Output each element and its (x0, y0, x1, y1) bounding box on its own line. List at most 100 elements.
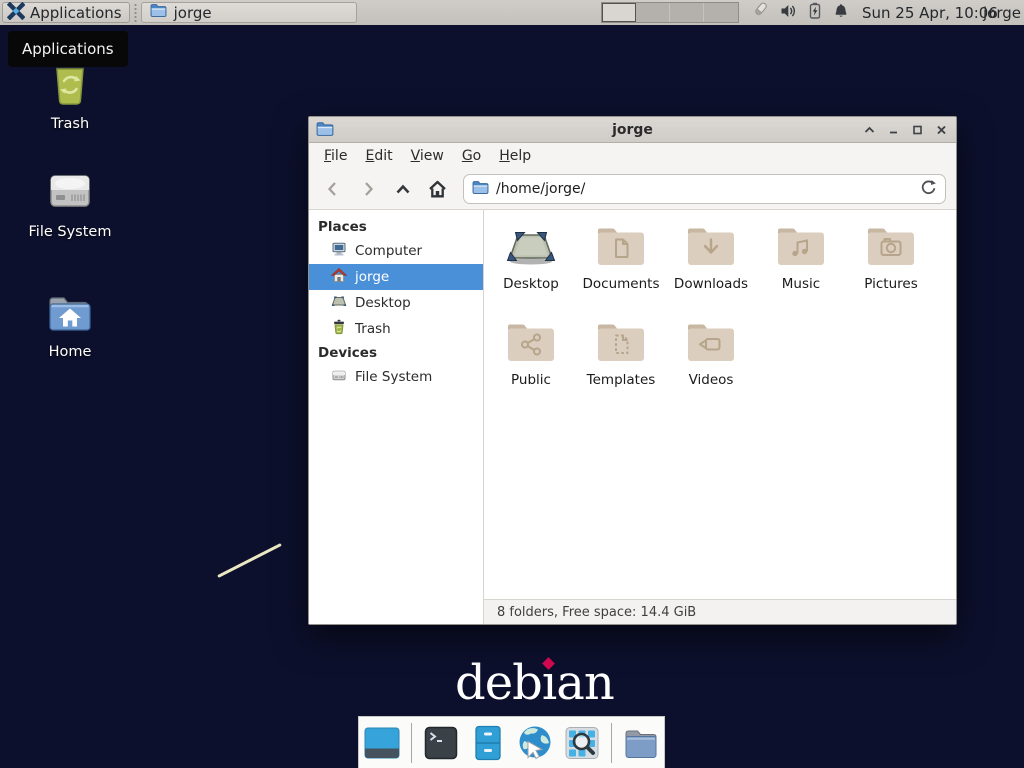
file-templates[interactable]: Templates (576, 320, 666, 416)
applications-tooltip: Applications (8, 31, 128, 67)
menu-view[interactable]: View (402, 145, 453, 167)
reload-icon[interactable] (920, 179, 937, 200)
file-label: Documents (583, 276, 660, 292)
window-folder-icon (316, 121, 334, 141)
sidebar-item-computer[interactable]: Computer (309, 238, 483, 264)
file-label: Music (782, 276, 820, 292)
trash-mini-icon (331, 319, 347, 339)
file-videos[interactable]: Videos (666, 320, 756, 416)
folder-icon (150, 3, 167, 22)
workspace-pager (601, 2, 739, 23)
desktop: debıan Trash (0, 0, 1024, 768)
maximize-button[interactable] (910, 123, 925, 138)
close-button[interactable] (934, 123, 949, 138)
panel-username[interactable]: jorge (983, 0, 1021, 25)
file-label: Templates (587, 372, 656, 388)
desktop-icon-label: Home (49, 344, 92, 360)
notifications-bell-icon[interactable] (833, 3, 849, 23)
terminal-launcher[interactable] (420, 722, 462, 764)
drive-mini-icon (331, 367, 347, 387)
home-button[interactable] (424, 176, 451, 203)
file-downloads[interactable]: Downloads (666, 224, 756, 320)
file-public[interactable]: Public (486, 320, 576, 416)
path-folder-icon (472, 180, 489, 199)
applications-menu-label: Applications (30, 4, 122, 22)
menubar: File Edit View Go Help (309, 143, 956, 169)
desktop-icon-trash[interactable]: Trash (15, 56, 125, 132)
sidebar-item-label: Desktop (355, 295, 411, 311)
file-desktop[interactable]: Desktop (486, 224, 576, 320)
dock-separator (611, 723, 612, 763)
logo-text-right: an (556, 655, 614, 711)
battery-icon[interactable] (808, 2, 822, 23)
wallpaper-streak (217, 543, 282, 578)
panel-clock[interactable]: Sun 25 Apr, 10:06 (862, 0, 998, 25)
places-header: Places (309, 216, 483, 238)
desktop-mini-icon (331, 293, 347, 313)
xfce-applications-icon (7, 2, 25, 24)
path-entry[interactable]: /home/jorge/ (463, 174, 946, 204)
desktop-icon-label: File System (29, 224, 112, 240)
terminal-icon (421, 723, 461, 763)
top-panel: Applications jorge (0, 0, 1024, 25)
menu-go[interactable]: Go (453, 145, 490, 167)
shade-button[interactable] (862, 123, 877, 138)
desktop-icon-home[interactable]: Home (15, 292, 125, 360)
folder-launcher[interactable] (620, 722, 662, 764)
menu-file[interactable]: File (315, 145, 356, 167)
volume-icon[interactable] (780, 3, 797, 23)
places-sidebar: Places Computer (309, 210, 484, 624)
videos-folder-icon (684, 320, 738, 369)
tray-tool-icon[interactable] (751, 2, 769, 23)
file-manager-launcher[interactable] (467, 722, 509, 764)
file-label: Desktop (503, 276, 559, 292)
window-titlebar[interactable]: jorge (309, 117, 956, 143)
file-pictures[interactable]: Pictures (846, 224, 936, 320)
user-desktop-icon (504, 224, 558, 273)
bottom-dock (358, 716, 665, 768)
file-music[interactable]: Music (756, 224, 846, 320)
desktop-icon-label: Trash (51, 116, 89, 132)
applications-menu-button[interactable]: Applications (2, 2, 130, 23)
templates-folder-icon (594, 320, 648, 369)
folder-icon (621, 723, 661, 763)
file-documents[interactable]: Documents (576, 224, 666, 320)
dock-separator (411, 723, 412, 763)
home-icon (331, 267, 347, 287)
workspace-2[interactable] (636, 3, 670, 22)
back-button[interactable] (319, 176, 346, 203)
devices-header: Devices (309, 342, 483, 364)
show-desktop-launcher[interactable] (361, 722, 403, 764)
sidebar-item-trash[interactable]: Trash (309, 316, 483, 342)
panel-handle[interactable] (133, 4, 139, 22)
window-title: jorge (309, 122, 956, 138)
desktop-icon-file-system[interactable]: File System (15, 170, 125, 240)
toolbar: /home/jorge/ (309, 169, 956, 210)
file-label: Downloads (674, 276, 748, 292)
menu-edit[interactable]: Edit (356, 145, 401, 167)
menu-help[interactable]: Help (490, 145, 540, 167)
taskbar-window-label: jorge (174, 4, 212, 22)
workspace-3[interactable] (670, 3, 704, 22)
app-finder-launcher[interactable] (561, 722, 603, 764)
sidebar-item-file-system[interactable]: File System (309, 364, 483, 390)
sidebar-item-label: Trash (355, 321, 391, 337)
sidebar-item-desktop[interactable]: Desktop (309, 290, 483, 316)
path-text[interactable]: /home/jorge/ (496, 181, 920, 197)
file-icon-view[interactable]: Desktop (484, 210, 956, 599)
statusbar: 8 folders, Free space: 14.4 GiB (484, 599, 956, 624)
computer-icon (331, 241, 347, 261)
pictures-folder-icon (864, 224, 918, 273)
sidebar-item-jorge[interactable]: jorge (309, 264, 483, 290)
workspace-1[interactable] (602, 3, 636, 22)
window-icon (362, 723, 402, 763)
home-folder-icon (45, 292, 95, 338)
music-folder-icon (774, 224, 828, 273)
minimize-button[interactable] (886, 123, 901, 138)
sidebar-item-label: Computer (355, 243, 422, 259)
taskbar-window-button[interactable]: jorge (141, 2, 357, 23)
workspace-4[interactable] (704, 3, 738, 22)
up-button[interactable] (389, 176, 416, 203)
forward-button[interactable] (354, 176, 381, 203)
web-browser-launcher[interactable] (514, 722, 556, 764)
